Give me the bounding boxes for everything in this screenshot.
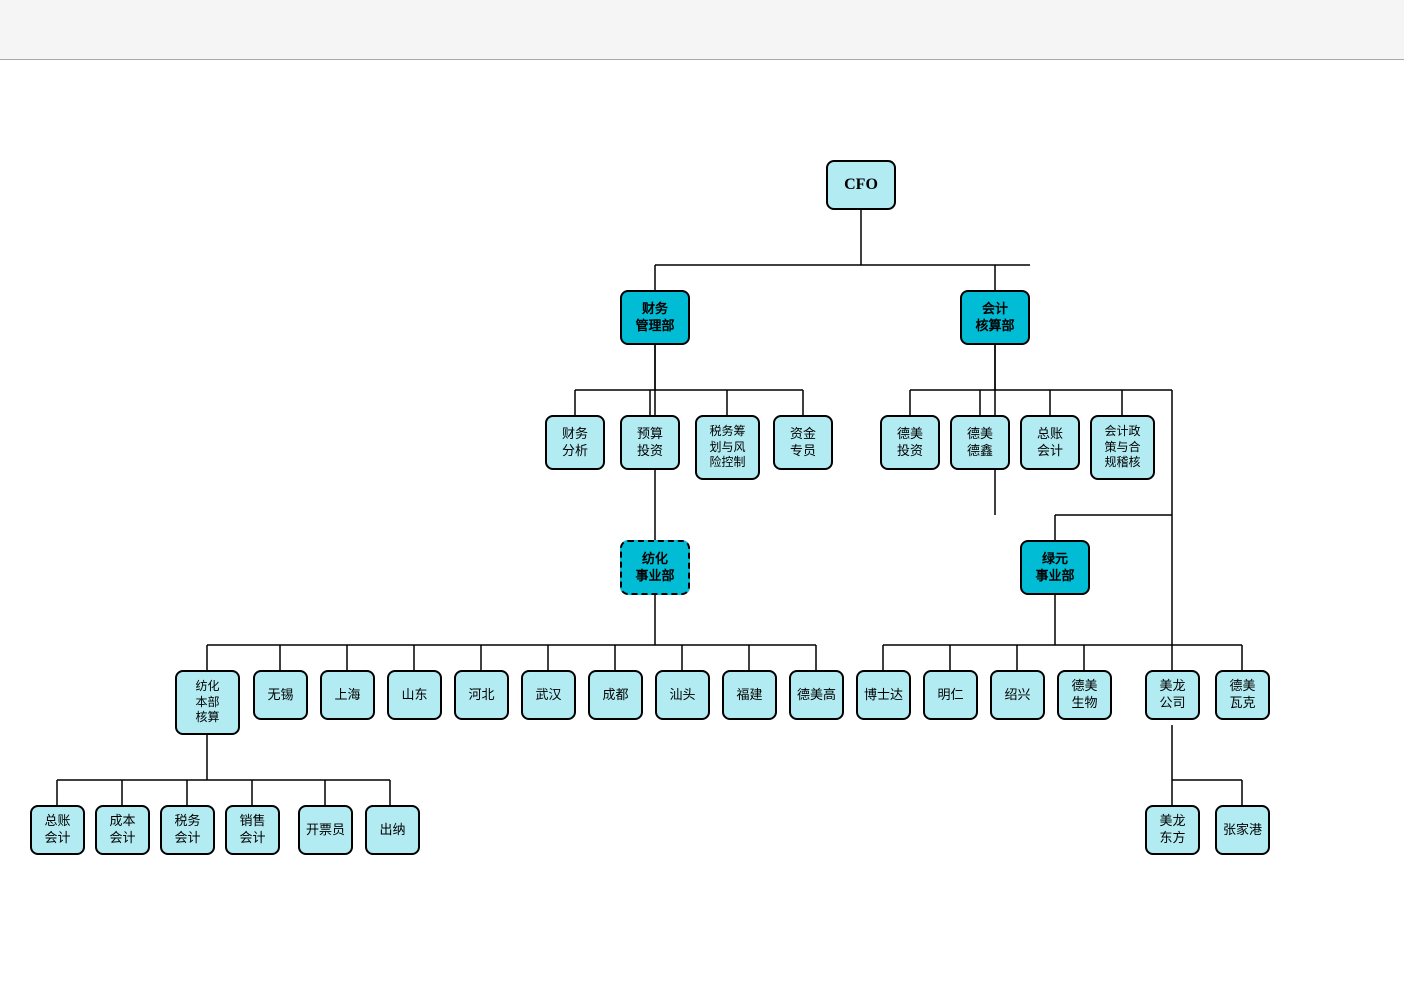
sd-node: 山东: [387, 670, 442, 720]
wuhan-node: 武汉: [521, 670, 576, 720]
kjzc-node: 会计政策与合规稽核: [1090, 415, 1155, 480]
cwglb-node: 财务管理部: [620, 290, 690, 345]
kjhsb-node: 会计核算部: [960, 290, 1030, 345]
bsd-node: 博士达: [856, 670, 911, 720]
mr-node: 明仁: [923, 670, 978, 720]
cfo-node: CFO: [826, 160, 896, 210]
wx-node: 无锡: [253, 670, 308, 720]
dmtz-node: 德美投资: [880, 415, 940, 470]
dmwk-node: 德美瓦克: [1215, 670, 1270, 720]
zzkj-node: 总账会计: [1020, 415, 1080, 470]
top-bar: [0, 0, 1404, 60]
sh-node: 上海: [320, 670, 375, 720]
swkj-node: 税务会计: [160, 805, 215, 855]
fj-node: 福建: [722, 670, 777, 720]
mlgs-node: 美龙公司: [1145, 670, 1200, 720]
dmdx-node: 德美德鑫: [950, 415, 1010, 470]
sx-node: 绍兴: [990, 670, 1045, 720]
zzkj2-node: 总账会计: [30, 805, 85, 855]
dmg-node: 德美高: [789, 670, 844, 720]
cbkj-node: 成本会计: [95, 805, 150, 855]
zjzy-node: 资金专员: [773, 415, 833, 470]
kpy-node: 开票员: [298, 805, 353, 855]
connectors-svg: [0, 60, 1404, 120]
sswfk-node: 税务筹划与风险控制: [695, 415, 760, 480]
ysjz-node: 预算投资: [620, 415, 680, 470]
cwfx-node: 财务分析: [545, 415, 605, 470]
dmsw-node: 德美生物: [1057, 670, 1112, 720]
hb-node: 河北: [454, 670, 509, 720]
xskj-node: 销售会计: [225, 805, 280, 855]
lysyb-node: 绿元事业部: [1020, 540, 1090, 595]
zjg-node: 张家港: [1215, 805, 1270, 855]
chuna-node: 出纳: [365, 805, 420, 855]
fhsyb-node: 纺化事业部: [620, 540, 690, 595]
st-node: 汕头: [655, 670, 710, 720]
mldfd-node: 美龙东方: [1145, 805, 1200, 855]
fhbhjs-node: 纺化本部核算: [175, 670, 240, 735]
chart-area: CFO 财务管理部 会计核算部 财务分析 预算投资 税务筹划与风险控制 资金专员…: [0, 60, 1404, 120]
cd-node: 成都: [588, 670, 643, 720]
